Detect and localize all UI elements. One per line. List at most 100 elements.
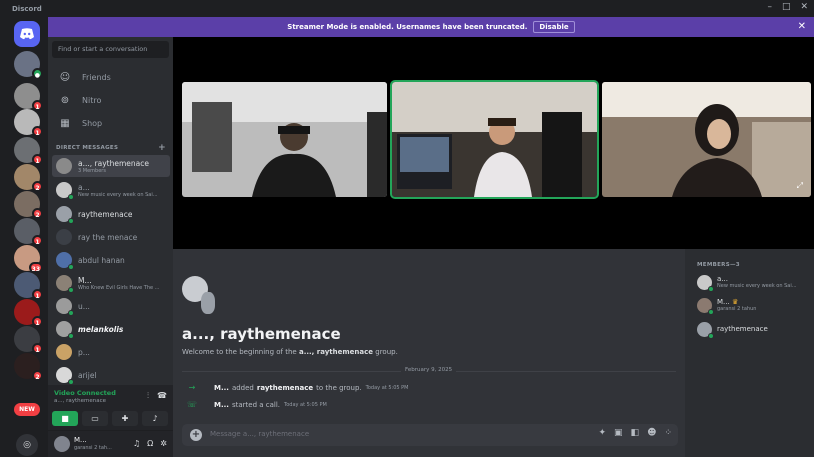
event-actor[interactable]: M... bbox=[214, 384, 229, 392]
dm-item[interactable]: a... New music every week on Sai... bbox=[52, 179, 170, 201]
member-status: garansi 2 tahun bbox=[717, 306, 757, 312]
sticker-icon[interactable]: ◧ bbox=[631, 428, 640, 438]
server-icon[interactable]: 1 bbox=[14, 326, 43, 354]
soundboard-icon: ♪ bbox=[152, 414, 158, 423]
disconnect-icon[interactable]: ☎ bbox=[157, 391, 167, 401]
server-icon[interactable]: 33 bbox=[14, 245, 43, 273]
message-composer[interactable]: + Message a..., raythemenace ✦ ▣ ◧ ☻ ⁘ bbox=[182, 424, 678, 446]
crown-icon: ♛ bbox=[731, 298, 739, 306]
dm-name: melankolis bbox=[78, 324, 124, 334]
gif-icon[interactable]: ▣ bbox=[614, 428, 623, 438]
server-icon[interactable]: 1 bbox=[14, 299, 43, 327]
member-item[interactable]: a... New music every week on Sai... bbox=[697, 272, 811, 292]
avatar[interactable] bbox=[54, 436, 70, 452]
banner-text: Streamer Mode is enabled. Usernames have… bbox=[287, 23, 528, 31]
soundboard-button[interactable]: ♪ bbox=[142, 411, 168, 426]
online-status-icon bbox=[68, 333, 74, 339]
nav-label: Friends bbox=[82, 72, 111, 82]
server-icon[interactable]: 1 bbox=[14, 272, 43, 300]
video-tile[interactable]: ⤢ bbox=[602, 82, 811, 197]
attach-button[interactable]: + bbox=[190, 429, 202, 441]
user-name: M... bbox=[74, 436, 87, 444]
video-tile[interactable] bbox=[182, 82, 387, 197]
event-timestamp: Today at 5:05 PM bbox=[284, 401, 327, 408]
group-title: a..., raythemenace bbox=[182, 325, 341, 343]
signal-icon[interactable]: ⫶ bbox=[147, 391, 149, 401]
dm-name: p... bbox=[78, 347, 90, 357]
dm-name: arijel bbox=[78, 370, 97, 380]
camera-icon: ■ bbox=[61, 414, 69, 423]
dm-item[interactable]: M... Who Knew Evil Girls Have The ... bbox=[52, 272, 170, 294]
server-icon[interactable]: 1 bbox=[14, 218, 43, 246]
dm-name: ray the menace bbox=[78, 232, 138, 242]
dm-item[interactable]: p... bbox=[52, 341, 170, 363]
member-item[interactable]: raythemenace bbox=[697, 319, 811, 339]
search-input[interactable]: Find or start a conversation bbox=[52, 41, 169, 58]
window-titlebar: Discord – □ ✕ bbox=[0, 0, 814, 17]
dm-item[interactable]: raythemenace bbox=[52, 203, 170, 225]
mention-badge: 2 bbox=[32, 370, 43, 381]
member-name: raythemenace bbox=[717, 325, 768, 333]
screen-share-icon: ▭ bbox=[91, 414, 99, 423]
nav-shop[interactable]: ▦ Shop bbox=[54, 113, 167, 133]
close-window-button[interactable]: ✕ bbox=[800, 2, 808, 12]
server-icon[interactable]: 1 bbox=[14, 109, 43, 137]
member-item[interactable]: M... ♛ garansi 2 tahun bbox=[697, 295, 811, 315]
event-timestamp: Today at 5:05 PM bbox=[365, 384, 409, 391]
voice-status-title: Video Connected bbox=[54, 389, 116, 397]
member-name-row: M... ♛ bbox=[717, 298, 756, 306]
headphones-icon[interactable]: Ω bbox=[147, 439, 153, 448]
shop-icon: ▦ bbox=[60, 117, 70, 129]
voice-channel-name[interactable]: a..., raythemenace bbox=[54, 398, 106, 404]
home-button[interactable] bbox=[14, 21, 40, 47]
arrow-right-icon: → bbox=[188, 383, 196, 392]
microphone-icon[interactable]: ♫ bbox=[133, 439, 140, 448]
mention-badge: 1 bbox=[32, 100, 43, 111]
date-label: February 9, 2025 bbox=[401, 367, 457, 373]
close-banner-icon[interactable]: ✕ bbox=[798, 21, 806, 32]
discover-icon[interactable]: ◎ bbox=[16, 434, 38, 456]
mention-badge: 2 bbox=[32, 208, 43, 219]
event-target[interactable]: raythemenace bbox=[257, 384, 313, 392]
disable-streamer-mode-button[interactable]: Disable bbox=[533, 21, 575, 33]
emoji-icon[interactable]: ☻ bbox=[647, 428, 656, 438]
server-icon[interactable]: 2 bbox=[14, 191, 43, 219]
server-icon[interactable]: 2 bbox=[14, 164, 43, 192]
nav-friends[interactable]: ☺ Friends bbox=[54, 67, 167, 87]
expand-icon[interactable]: ⤢ bbox=[797, 181, 803, 191]
participant-video bbox=[602, 82, 811, 197]
dm-header-label: DIRECT MESSAGES bbox=[56, 145, 119, 151]
server-icon-pinned[interactable]: ● bbox=[14, 51, 43, 79]
dm-item[interactable]: u... bbox=[52, 295, 170, 317]
new-badge: NEW bbox=[14, 403, 40, 416]
activities-button[interactable]: ✚ bbox=[112, 411, 138, 426]
server-icon[interactable]: 1 bbox=[14, 83, 43, 111]
online-status-icon bbox=[68, 310, 74, 316]
dm-item[interactable]: a..., raythemenace 3 Members bbox=[52, 155, 170, 177]
camera-button[interactable]: ■ bbox=[52, 411, 78, 426]
dm-item[interactable]: melankolis bbox=[52, 318, 170, 340]
gear-icon[interactable]: ✲ bbox=[160, 439, 167, 448]
avatar bbox=[56, 206, 74, 224]
online-status-icon bbox=[68, 264, 74, 270]
voice-connected-panel: Video Connected a..., raythemenace ⫶ ☎ ■… bbox=[48, 385, 173, 431]
dm-section-header: DIRECT MESSAGES + bbox=[56, 143, 168, 153]
minimize-button[interactable]: – bbox=[767, 2, 772, 12]
server-icon[interactable]: 2 bbox=[14, 353, 43, 381]
dm-sub: 3 Members bbox=[78, 167, 106, 174]
avatar bbox=[56, 344, 72, 360]
server-icon[interactable]: 1 bbox=[14, 137, 43, 165]
video-tile-speaking[interactable] bbox=[390, 80, 599, 199]
create-dm-button[interactable]: + bbox=[158, 143, 166, 153]
screen-share-button[interactable]: ▭ bbox=[82, 411, 108, 426]
message-input[interactable]: Message a..., raythemenace bbox=[210, 430, 309, 438]
apps-icon[interactable]: ⁘ bbox=[664, 428, 672, 438]
dm-item[interactable]: arijel bbox=[52, 364, 170, 386]
gift-icon[interactable]: ✦ bbox=[598, 428, 606, 438]
avatar bbox=[56, 321, 74, 339]
dm-item[interactable]: ray the menace bbox=[52, 226, 170, 248]
nav-nitro[interactable]: ⊚ Nitro bbox=[54, 90, 167, 110]
event-actor[interactable]: M... bbox=[214, 401, 229, 409]
dm-item[interactable]: abdul hanan bbox=[52, 249, 170, 271]
maximize-button[interactable]: □ bbox=[782, 2, 791, 12]
